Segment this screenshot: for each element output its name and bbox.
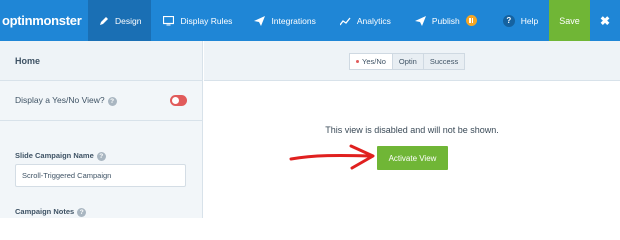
close-icon[interactable]: ✖ bbox=[590, 0, 620, 41]
nav-analytics-label: Analytics bbox=[356, 15, 391, 26]
pause-badge-icon bbox=[465, 15, 477, 26]
tab-optin-label: Optin bbox=[398, 57, 417, 66]
status-dot-icon bbox=[356, 60, 359, 63]
help-icon[interactable]: ? bbox=[107, 96, 117, 106]
question-icon: ? bbox=[502, 14, 515, 27]
sidebar-heading: Home bbox=[0, 41, 202, 81]
nav-display-rules-label: Display Rules bbox=[180, 15, 233, 26]
nav-design-label: Design bbox=[115, 15, 142, 26]
monitor-icon bbox=[163, 15, 175, 26]
paper-plane-icon bbox=[254, 15, 266, 26]
sidebar: Home Display a Yes/No View?? Slide Campa… bbox=[0, 41, 203, 218]
campaign-name-label: Slide Campaign Name bbox=[15, 151, 94, 160]
campaign-name-input[interactable]: Scroll-Triggered Campaign bbox=[15, 164, 186, 187]
nav-display-rules[interactable]: Display Rules bbox=[151, 0, 242, 41]
campaign-notes-label-wrap: Campaign Notes? bbox=[15, 207, 87, 217]
nav-help-label: Help bbox=[520, 15, 539, 26]
yes-no-view-label-wrap: Display a Yes/No View?? bbox=[15, 95, 117, 106]
view-tab-bar: Yes/No Optin Success bbox=[204, 41, 620, 81]
top-navigation-bar: optinmonster Design Display Rules Integr… bbox=[0, 0, 620, 41]
yes-no-view-row: Display a Yes/No View?? bbox=[0, 81, 202, 121]
activate-view-button[interactable]: Activate View bbox=[377, 146, 448, 170]
campaign-name-label-wrap: Slide Campaign Name? bbox=[15, 151, 106, 161]
send-icon bbox=[414, 15, 426, 26]
red-arrow-annotation bbox=[289, 144, 375, 170]
main-panel: Yes/No Optin Success This view is disabl… bbox=[204, 41, 620, 218]
nav-integrations[interactable]: Integrations bbox=[242, 0, 325, 41]
nav-design[interactable]: Design bbox=[88, 0, 152, 41]
pencil-icon bbox=[98, 15, 109, 26]
nav-publish-label: Publish bbox=[431, 15, 460, 26]
help-icon[interactable]: ? bbox=[77, 207, 87, 217]
tab-optin[interactable]: Optin bbox=[393, 54, 424, 69]
tab-success[interactable]: Success bbox=[424, 54, 464, 69]
logo-text: optinmonster bbox=[2, 13, 82, 28]
nav-analytics[interactable]: Analytics bbox=[326, 0, 401, 41]
disabled-view-message: This view is disabled and will not be sh… bbox=[325, 125, 499, 135]
tab-yes-no-label: Yes/No bbox=[362, 57, 386, 66]
yes-no-toggle[interactable] bbox=[170, 95, 187, 106]
nav-help[interactable]: ? Help bbox=[487, 0, 548, 41]
campaign-notes-label: Campaign Notes bbox=[15, 207, 75, 216]
chart-icon bbox=[339, 15, 351, 26]
yes-no-view-label: Display a Yes/No View? bbox=[15, 95, 105, 106]
nav-publish[interactable]: Publish bbox=[401, 0, 487, 41]
optinmonster-logo: optinmonster bbox=[0, 0, 88, 41]
help-icon[interactable]: ? bbox=[96, 151, 106, 161]
tab-success-label: Success bbox=[429, 57, 459, 66]
tab-yes-no[interactable]: Yes/No bbox=[350, 54, 393, 69]
save-button[interactable]: Save bbox=[549, 0, 590, 41]
view-tabs: Yes/No Optin Success bbox=[349, 53, 466, 70]
nav-integrations-label: Integrations bbox=[271, 15, 316, 26]
